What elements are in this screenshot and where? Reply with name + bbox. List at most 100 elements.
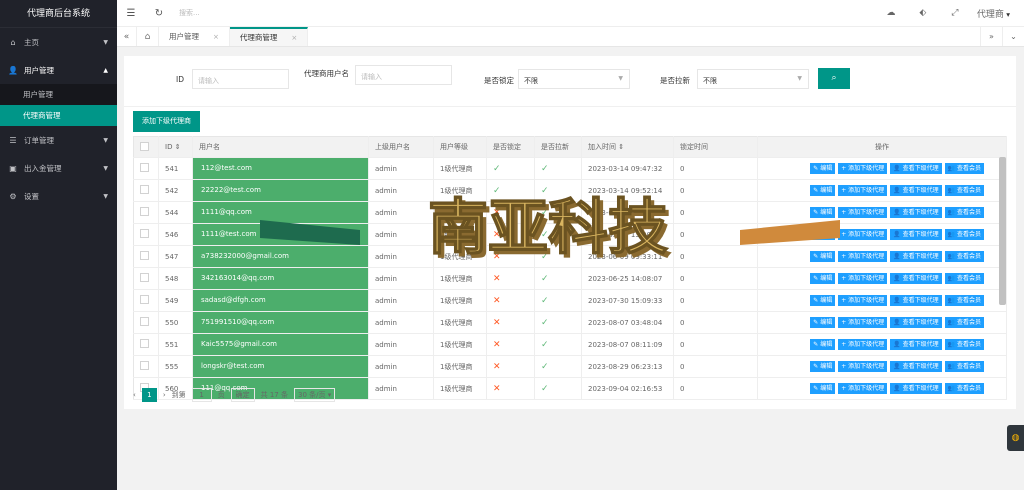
add-sub-agent-row-button[interactable]: + 添加下级代理 — [838, 273, 888, 284]
add-sub-agent-row-button[interactable]: + 添加下级代理 — [838, 295, 888, 306]
menu-toggle-icon[interactable]: ☰ — [117, 8, 145, 19]
page-current[interactable]: 1 — [141, 388, 157, 402]
view-members-button[interactable]: 👥 查看会员 — [944, 207, 984, 218]
view-members-button[interactable]: 👥 查看会员 — [944, 383, 984, 394]
tab-agents[interactable]: 代理商管理 × — [229, 27, 309, 46]
tag-icon[interactable]: ⬖ — [907, 8, 939, 18]
row-checkbox[interactable] — [133, 355, 159, 378]
tabs-menu-icon[interactable]: ⌄ — [1002, 27, 1024, 46]
close-icon[interactable]: × — [291, 34, 297, 42]
view-sub-agents-button[interactable]: 👤 查看下级代理 — [890, 361, 942, 372]
view-sub-agents-button[interactable]: 👤 查看下级代理 — [890, 383, 942, 394]
table-row[interactable]: 555 longskr@test.com admin 1级代理商 ✕ ✓ 2023-08-2… — [133, 355, 1007, 378]
close-icon[interactable]: × — [213, 33, 219, 41]
edit-button[interactable]: ✎ 编辑 — [810, 229, 836, 240]
add-sub-agent-row-button[interactable]: + 添加下级代理 — [838, 383, 888, 394]
edit-button[interactable]: ✎ 编辑 — [810, 339, 836, 350]
search-button[interactable]: ⌕ — [818, 68, 850, 89]
sidebar-item-home[interactable]: ⌂ 主页 ▼ — [0, 28, 117, 56]
page-size-select[interactable]: 30 条/页 ▾ — [293, 388, 336, 402]
row-checkbox[interactable] — [133, 157, 159, 180]
col-header[interactable]: ID ⇕ — [158, 136, 193, 158]
view-members-button[interactable]: 👥 查看会员 — [944, 273, 984, 284]
row-checkbox[interactable] — [133, 245, 159, 268]
tabs-right-icon[interactable]: » — [980, 27, 1002, 46]
edit-button[interactable]: ✎ 编辑 — [810, 361, 836, 372]
sidebar-item-funds[interactable]: ▣ 出入金管理 ▼ — [0, 154, 117, 182]
edit-button[interactable]: ✎ 编辑 — [810, 295, 836, 306]
row-checkbox[interactable] — [133, 179, 159, 202]
edit-button[interactable]: ✎ 编辑 — [810, 185, 836, 196]
table-row[interactable]: 546 1111@test.com admin 1级代理商 ✕ ✓ 2023-05-15 1… — [133, 223, 1007, 246]
home-tab-icon[interactable]: ⌂ — [137, 27, 159, 46]
view-members-button[interactable]: 👥 查看会员 — [944, 361, 984, 372]
edit-button[interactable]: ✎ 编辑 — [810, 317, 836, 328]
row-checkbox[interactable] — [133, 267, 159, 290]
view-sub-agents-button[interactable]: 👤 查看下级代理 — [890, 317, 942, 328]
add-sub-agent-row-button[interactable]: + 添加下级代理 — [838, 251, 888, 262]
add-sub-agent-row-button[interactable]: + 添加下级代理 — [838, 317, 888, 328]
row-checkbox[interactable] — [133, 311, 159, 334]
tab-users[interactable]: 用户管理 × — [159, 27, 230, 46]
row-checkbox[interactable] — [133, 201, 159, 224]
view-members-button[interactable]: 👥 查看会员 — [944, 339, 984, 350]
blacklist-select[interactable]: 不限 ▼ — [697, 69, 809, 89]
table-row[interactable]: 551 Kaic5575@gmail.com admin 1级代理商 ✕ ✓ 2023-08… — [133, 333, 1007, 356]
edit-button[interactable]: ✎ 编辑 — [810, 251, 836, 262]
view-sub-agents-button[interactable]: 👤 查看下级代理 — [890, 295, 942, 306]
user-menu[interactable]: 代理商 ▾ — [971, 7, 1024, 20]
table-row[interactable]: 547 a738232000@gmail.com admin 1级代理商 ✕ ✓ 2023-… — [133, 245, 1007, 268]
table-row[interactable]: 541 112@test.com admin 1级代理商 ✓ ✓ 2023-03-14 09… — [133, 157, 1007, 180]
view-members-button[interactable]: 👥 查看会员 — [944, 185, 984, 196]
view-sub-agents-button[interactable]: 👤 查看下级代理 — [890, 229, 942, 240]
sidebar-item-orders[interactable]: ☰ 订单管理 ▼ — [0, 126, 117, 154]
edit-button[interactable]: ✎ 编辑 — [810, 273, 836, 284]
edit-button[interactable]: ✎ 编辑 — [810, 163, 836, 174]
view-sub-agents-button[interactable]: 👤 查看下级代理 — [890, 207, 942, 218]
sidebar-subitem-users[interactable]: 用户管理 — [0, 84, 117, 105]
select-all-checkbox[interactable] — [133, 136, 159, 158]
sidebar-item-settings[interactable]: ⚙ 设置 ▼ — [0, 182, 117, 210]
view-sub-agents-button[interactable]: 👤 查看下级代理 — [890, 273, 942, 284]
id-input[interactable]: 请输入 — [192, 69, 289, 89]
table-row[interactable]: 544 1111@qq.com admin 1级代理商 ✕ ✓ 2023-05-13 09:… — [133, 201, 1007, 224]
view-members-button[interactable]: 👥 查看会员 — [944, 295, 984, 306]
tabs-left-icon[interactable]: « — [117, 27, 137, 46]
page-input[interactable]: 1 — [191, 388, 212, 402]
add-sub-agent-row-button[interactable]: + 添加下级代理 — [838, 163, 888, 174]
view-members-button[interactable]: 👥 查看会员 — [944, 229, 984, 240]
mouse-icon[interactable]: ◍ — [1007, 425, 1024, 451]
locked-select[interactable]: 不限 ▼ — [518, 69, 630, 89]
view-sub-agents-button[interactable]: 👤 查看下级代理 — [890, 251, 942, 262]
sidebar-item-user-management[interactable]: 👤 用户管理 ▲ — [0, 56, 117, 84]
view-sub-agents-button[interactable]: 👤 查看下级代理 — [890, 163, 942, 174]
row-checkbox[interactable] — [133, 289, 159, 312]
sidebar-subitem-agents[interactable]: 代理商管理 — [0, 105, 117, 126]
add-sub-agent-row-button[interactable]: + 添加下级代理 — [838, 339, 888, 350]
table-scrollbar[interactable] — [999, 157, 1006, 305]
table-row[interactable]: 550 751991510@qq.com admin 1级代理商 ✕ ✓ 2023-08-0… — [133, 311, 1007, 334]
row-checkbox[interactable] — [133, 223, 159, 246]
view-sub-agents-button[interactable]: 👤 查看下级代理 — [890, 339, 942, 350]
table-row[interactable]: 542 22222@test.com admin 1级代理商 ✓ ✓ 2023-03-14 … — [133, 179, 1007, 202]
theme-icon[interactable]: ☁ — [875, 8, 907, 18]
table-row[interactable]: 549 sadasd@dfgh.com admin 1级代理商 ✕ ✓ 2023-07-30… — [133, 289, 1007, 312]
agent-username-input[interactable]: 请输入 — [355, 65, 452, 85]
view-members-button[interactable]: 👥 查看会员 — [944, 163, 984, 174]
edit-button[interactable]: ✎ 编辑 — [810, 207, 836, 218]
add-sub-agent-row-button[interactable]: + 添加下级代理 — [838, 185, 888, 196]
col-header[interactable]: 加入时间 ⇕ — [581, 136, 674, 158]
add-sub-agent-row-button[interactable]: + 添加下级代理 — [838, 229, 888, 240]
edit-button[interactable]: ✎ 编辑 — [810, 383, 836, 394]
table-row[interactable]: 548 342163014@qq.com admin 1级代理商 ✕ ✓ 2023-06-2… — [133, 267, 1007, 290]
fullscreen-icon[interactable]: ⤢ — [939, 8, 971, 18]
add-sub-agent-row-button[interactable]: + 添加下级代理 — [838, 361, 888, 372]
add-sub-agent-row-button[interactable]: + 添加下级代理 — [838, 207, 888, 218]
row-checkbox[interactable] — [133, 333, 159, 356]
goto-button[interactable]: 确定 — [230, 388, 255, 402]
prev-page-icon[interactable]: ‹ — [133, 391, 136, 399]
add-sub-agent-button[interactable]: 添加下级代理商 — [133, 111, 200, 132]
view-members-button[interactable]: 👥 查看会员 — [944, 317, 984, 328]
view-sub-agents-button[interactable]: 👤 查看下级代理 — [890, 185, 942, 196]
view-members-button[interactable]: 👥 查看会员 — [944, 251, 984, 262]
